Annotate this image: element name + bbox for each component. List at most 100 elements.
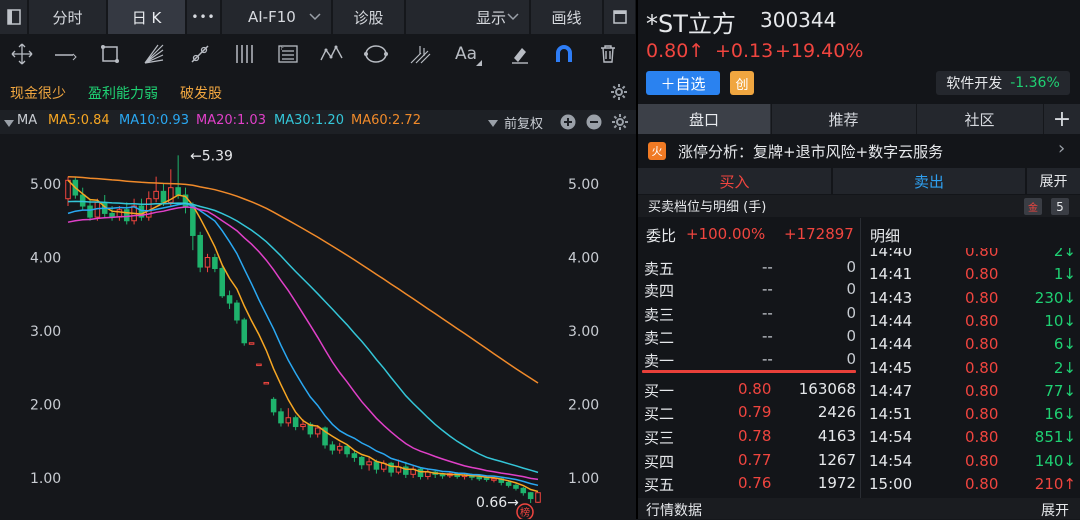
bid-price: 0.77 <box>738 451 772 469</box>
tag-broken-issue[interactable]: 破发股 <box>180 83 222 103</box>
fullscreen-button[interactable] <box>604 0 636 34</box>
bid-level-label: 买四 <box>644 453 675 471</box>
wave-icon[interactable] <box>318 40 346 68</box>
pitchfork-icon[interactable] <box>406 40 434 68</box>
tab-tuijian[interactable]: 推荐 <box>771 104 915 134</box>
vertical-lines-icon[interactable] <box>230 40 258 68</box>
ai-f10-dropdown[interactable]: AI-F10 <box>222 0 332 34</box>
weibi-value: +172897 <box>784 225 854 243</box>
bid-price: 0.78 <box>738 427 772 445</box>
candle-body <box>476 476 483 480</box>
sidebar-toggle-button[interactable] <box>0 0 28 34</box>
ma30-line <box>67 200 539 474</box>
zhengu-button[interactable]: 诊股 <box>333 0 405 34</box>
tick-volume: 851↓ <box>1034 428 1076 447</box>
tick-price: 0.80 <box>965 335 999 354</box>
stock-change: +0.13 <box>715 40 774 62</box>
depth-level-badge[interactable]: 5 <box>1051 198 1069 215</box>
level2-badge[interactable]: 金 <box>1024 198 1042 215</box>
candle-body <box>226 295 233 304</box>
trend-line-icon[interactable] <box>186 40 214 68</box>
fan-lines-icon[interactable] <box>140 40 168 68</box>
candle-body <box>358 456 365 466</box>
tick-row: 14:47 0.80 77↓ <box>861 380 1080 402</box>
limit-up-analysis-row[interactable]: 火 涨停分析：复牌+退市风险+数字云服务 › <box>638 136 1080 166</box>
stock-name: *ST立方 <box>646 10 736 38</box>
display-label: 显示 <box>476 8 507 27</box>
tick-row: 14:44 0.80 10↓ <box>861 310 1080 332</box>
candle-body <box>94 201 101 218</box>
fuquan-dropdown[interactable]: 前复权 <box>504 113 543 132</box>
y-axis-tick-label: 2.00 <box>30 398 61 414</box>
add-indicator-icon[interactable] <box>560 114 576 134</box>
candle-body <box>153 190 159 200</box>
rectangle-tool-icon[interactable] <box>96 40 124 68</box>
expand-trade-button[interactable]: 展开 <box>1027 168 1080 194</box>
fuquan-chevron-icon[interactable] <box>488 116 498 132</box>
collapse-icon[interactable] <box>4 116 14 132</box>
sector-chip[interactable]: 软件开发 -1.36% <box>936 71 1070 95</box>
tick-time: 14:44 <box>869 311 913 330</box>
quote-panel: *ST立方 300344 0.80↑ +0.13 +19.40% ＋自选 创 软… <box>638 0 1080 519</box>
y-axis-tick-label: 4.00 <box>30 251 61 267</box>
candle-body <box>123 209 130 222</box>
tag-profit-weak[interactable]: 盈利能力弱 <box>88 83 158 103</box>
y-axis-tick-label: 5.00 <box>30 177 61 193</box>
ellipse-tool-icon[interactable] <box>362 40 390 68</box>
candle-body <box>535 492 541 503</box>
sell-button[interactable]: 卖出 <box>833 168 1025 194</box>
crosshair-icon[interactable] <box>8 40 36 68</box>
tick-volume: 77↓ <box>1044 381 1076 400</box>
candle-body <box>520 487 527 494</box>
candle-body <box>65 179 71 200</box>
eraser-icon[interactable] <box>506 40 534 68</box>
add-watchlist-button[interactable]: ＋自选 <box>646 71 720 95</box>
stock-code: 300344 <box>760 8 837 32</box>
y-axis-tick-label-right: 2.00 <box>568 398 599 414</box>
tick-time: 15:00 <box>869 475 913 493</box>
candlestick-chart[interactable]: 5.00 4.00 3.00 2.00 1.00 5.00 4.00 3.00 2.00 1.00… <box>0 134 636 519</box>
depth-title: 买卖档位与明细 (手) <box>648 200 767 215</box>
tick-volume: 6↓ <box>1053 335 1076 354</box>
tab-pankou[interactable]: 盘口 <box>638 104 770 134</box>
magnet-icon[interactable] <box>550 40 578 68</box>
tick-price: 0.80 <box>965 288 999 307</box>
tag-cash-low[interactable]: 现金很少 <box>10 83 66 103</box>
add-tab-button[interactable]: + <box>1043 104 1080 134</box>
ask-price: -- <box>762 304 773 322</box>
remove-indicator-icon[interactable] <box>586 114 602 134</box>
svg-text:F: F <box>281 46 284 52</box>
candle-body <box>263 381 270 385</box>
y-axis-tick-label-right: 1.00 <box>568 471 599 487</box>
tick-list[interactable]: 14:40 0.80 2↓ 14:41 0.80 1↓ 14:43 0.80 230↓ 14:44… <box>861 248 1080 496</box>
candle-body <box>329 444 336 451</box>
draw-line-button[interactable]: 画线 <box>531 0 603 34</box>
trash-icon[interactable] <box>594 40 622 68</box>
candle-body <box>388 462 394 473</box>
tick-price: 0.80 <box>965 475 999 493</box>
bid-level-label: 买一 <box>644 382 675 400</box>
tab-fenshi[interactable]: 分时 <box>29 0 107 34</box>
candle-body <box>248 342 255 345</box>
tick-row: 14:41 0.80 1↓ <box>861 263 1080 285</box>
display-dropdown[interactable]: 显示 <box>406 0 530 34</box>
window-icon <box>612 10 627 24</box>
buy-button[interactable]: 买入 <box>638 168 831 194</box>
tick-time: 14:54 <box>869 428 913 447</box>
y-axis-tick-label-right: 5.00 <box>568 177 599 193</box>
ask-level-label: 卖四 <box>644 282 675 300</box>
indicator-settings-icon[interactable] <box>611 113 629 135</box>
text-tool-icon[interactable]: Aa <box>450 40 482 68</box>
footer-expand-button[interactable]: 展开 <box>1041 500 1069 520</box>
tab-shequ[interactable]: 社区 <box>916 104 1042 134</box>
tick-row: 14:54 0.80 140↓ <box>861 450 1080 472</box>
settings-gear-icon[interactable] <box>610 83 628 105</box>
ask-price: -- <box>762 280 773 298</box>
more-button[interactable]: ••• <box>187 0 221 34</box>
y-axis-tick-label-right: 3.00 <box>568 324 599 340</box>
horizontal-line-icon[interactable] <box>52 40 80 68</box>
fibonacci-icon[interactable]: F <box>274 40 302 68</box>
tab-daily-k[interactable]: 日 K <box>108 0 186 34</box>
bid-volume: 2426 <box>817 403 856 421</box>
ask-price: -- <box>762 350 773 368</box>
